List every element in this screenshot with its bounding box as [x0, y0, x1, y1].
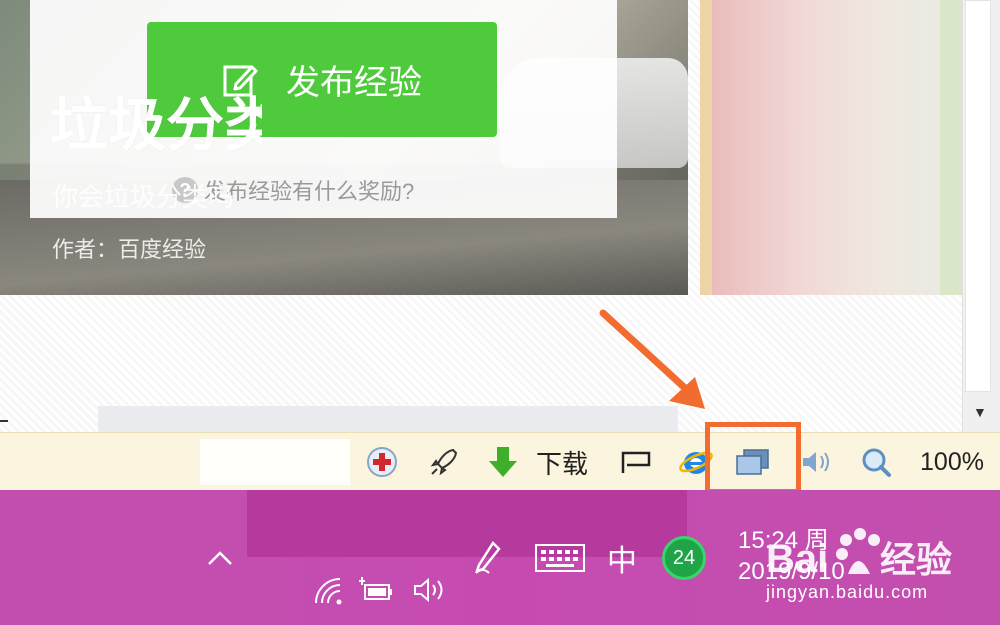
pen-icon: [475, 541, 501, 574]
keyboard-icon: [535, 544, 585, 572]
rocket-icon: [430, 448, 458, 476]
shield-plus-icon: [367, 447, 397, 477]
card-stripe-yellow: [700, 0, 712, 295]
volume-icon: [414, 577, 443, 603]
publish-button-label: 发布经验: [286, 64, 422, 102]
battery-button[interactable]: [356, 572, 396, 608]
battery-plug-icon: [359, 577, 392, 600]
ime-mode-button[interactable]: 中: [604, 536, 640, 580]
security-shield-button[interactable]: [362, 441, 402, 483]
speaker-icon: [803, 452, 829, 472]
download-button[interactable]: 下载: [486, 441, 596, 483]
scrollbar-thumb[interactable]: [965, 0, 991, 392]
volume-button[interactable]: [798, 441, 834, 483]
scroll-down-arrow-icon[interactable]: ▼: [973, 404, 987, 420]
pen-tray-button[interactable]: [468, 536, 508, 580]
flag-button[interactable]: [616, 441, 656, 483]
reward-link-text: 发布经验有什么奖励?: [204, 179, 415, 204]
article-card[interactable]: [700, 0, 962, 295]
article-subtitle: 你会垃圾分类吗: [52, 182, 235, 212]
wifi-icon: [315, 578, 342, 605]
system-volume-button[interactable]: [410, 572, 450, 608]
download-label: 下载: [536, 448, 589, 479]
wifi-button[interactable]: [310, 572, 346, 608]
browser-status-bar: 下载 100%: [0, 432, 1000, 491]
card-stripe-green: [940, 0, 962, 295]
page-edge-mark: [0, 420, 8, 422]
web-content-area: 发布经验 ? 发布经验有什么奖励? 垃圾分类 你会垃圾分类吗 作者：百度经验: [0, 0, 962, 432]
security-tray-button[interactable]: 24: [660, 534, 708, 582]
touch-keyboard-button[interactable]: [532, 538, 588, 578]
window-stack-icon: [736, 449, 769, 475]
status-text-area: [200, 439, 350, 485]
ie-compat-button[interactable]: [674, 441, 718, 483]
ime-label: 中: [607, 545, 637, 578]
flag-icon: [621, 451, 651, 473]
download-arrow-icon: [489, 447, 517, 477]
zoom-level-text: 100%: [920, 447, 984, 476]
show-hidden-icons-button[interactable]: [200, 538, 240, 578]
zoom-button[interactable]: [856, 441, 896, 483]
speedup-rocket-button[interactable]: [424, 441, 464, 483]
clock-time: 15:24 周: [738, 527, 829, 554]
magnifier-icon: [862, 448, 891, 477]
window-switch-button[interactable]: [728, 441, 776, 483]
ie-logo-icon: [679, 451, 713, 474]
windows-taskbar: 中 24: [0, 490, 1000, 625]
watermark-url: jingyan.baidu.com: [766, 582, 929, 602]
notification-count-badge: 24: [662, 536, 706, 580]
content-placeholder-strip: [98, 406, 678, 432]
zoom-level[interactable]: 100%: [912, 441, 992, 483]
vertical-scrollbar[interactable]: ▼: [962, 0, 1000, 432]
article-title: 垃圾分类: [50, 93, 262, 158]
chevron-up-icon: [208, 551, 232, 565]
article-author: 作者：百度经验: [52, 237, 207, 262]
